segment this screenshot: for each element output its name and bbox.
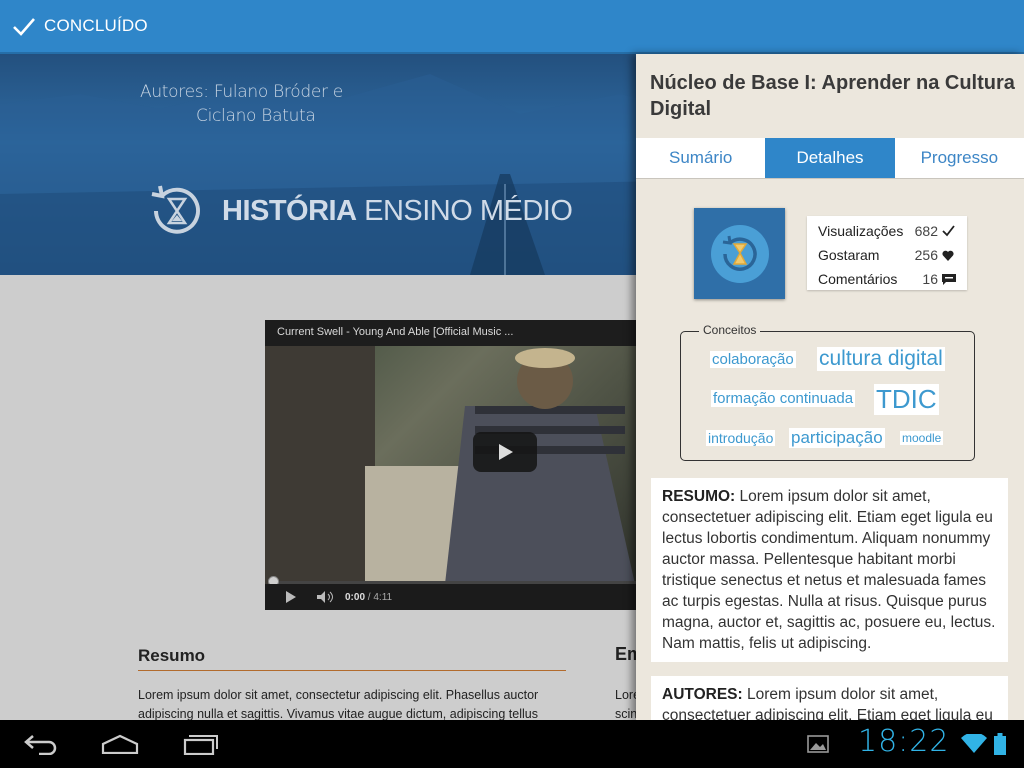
done-label: CONCLUÍDO [44,16,148,35]
battery-icon [994,733,1006,755]
control-play-button[interactable] [285,591,297,603]
play-icon [499,444,513,460]
autores-label: AUTORES: [662,686,743,703]
concepts-label: Conceitos [699,323,761,337]
course-authors: Autores: Fulano Bróder e Ciclano Batuta [140,80,343,128]
autores-card: AUTORES: Lorem ipsum dolor sit amet, con… [651,676,1008,720]
home-button[interactable] [100,730,140,758]
tag-colaboracao[interactable]: colaboração [710,351,796,368]
back-icon [24,735,57,755]
play-small-icon [286,591,296,603]
status-clock: 18:22 [858,724,950,759]
wifi-status [960,730,988,758]
home-icon [101,734,139,754]
tag-tdic[interactable]: TDIC [874,384,939,415]
check-icon [942,225,958,237]
video-player[interactable]: Current Swell - Young And Able [Official… [265,320,665,610]
video-time: 0:00 / 4:11 [345,591,393,603]
back-button[interactable] [22,730,60,758]
tag-cultura-digital[interactable]: cultura digital [817,347,945,371]
hourglass-badge-icon [710,224,769,283]
course-subject-title: HISTÓRIA ENSINO MÉDIO [222,194,573,227]
video-title: Current Swell - Young And Able [Official… [277,326,514,338]
video-thumbnail [265,346,665,584]
tag-introducao[interactable]: introdução [706,430,776,446]
panel-title: Núcleo de Base I: Aprender na Cultura Di… [650,72,1015,120]
image-icon [807,735,829,753]
done-button[interactable]: CONCLUÍDO [0,0,160,53]
recent-apps-button[interactable] [182,730,220,758]
course-details-panel: Núcleo de Base I: Aprender na Cultura Di… [636,54,1024,720]
resumo-text: Lorem ipsum dolor sit amet, consectetuer… [662,488,996,652]
authors-line-2: Ciclano Batuta [196,106,316,126]
volume-button[interactable] [317,591,335,603]
play-button[interactable] [473,432,537,472]
heart-icon [942,250,958,261]
video-controls: 0:00 / 4:11 [265,584,665,610]
panel-tabs: Sumário Detalhes Progresso [636,138,1024,179]
course-thumbnail [694,208,785,299]
tab-progresso[interactable]: Progresso [895,138,1024,178]
stat-views: Visualizações 682 [818,221,958,241]
gallery-notification[interactable] [806,730,830,758]
tag-participacao[interactable]: participação [789,428,885,448]
course-brand: HISTÓRIA ENSINO MÉDIO [144,178,573,244]
wifi-icon [961,734,987,753]
resumo-label: RESUMO: [662,488,736,505]
tab-detalhes[interactable]: Detalhes [765,138,895,178]
tag-moodle[interactable]: moodle [900,431,944,445]
tag-formacao-continuada[interactable]: formação continuada [711,390,856,407]
tab-sumario[interactable]: Sumário [636,138,765,178]
section-text: Lorem ipsum dolor sit amet, consectetur … [138,688,539,720]
stat-comments: Comentários 16 [818,269,958,289]
action-bar: CONCLUÍDO [0,0,1024,54]
recent-apps-icon [183,735,218,755]
hourglass-history-icon [151,185,200,234]
authors-line-1: Autores: Fulano Bróder e [140,82,343,102]
stat-likes: Gostaram 256 [818,245,958,265]
concepts-box: Conceitos colaboração cultura digital fo… [680,323,975,461]
checkmark-icon [13,18,35,36]
video-scene-image [265,346,635,584]
battery-status [992,730,1008,758]
course-stats: Visualizações 682 Gostaram 256 Comentári… [807,216,967,290]
volume-icon [317,591,333,603]
resumo-card: RESUMO: Lorem ipsum dolor sit amet, cons… [651,478,1008,662]
section-heading: Resumo [138,646,566,671]
comment-icon [942,273,958,285]
